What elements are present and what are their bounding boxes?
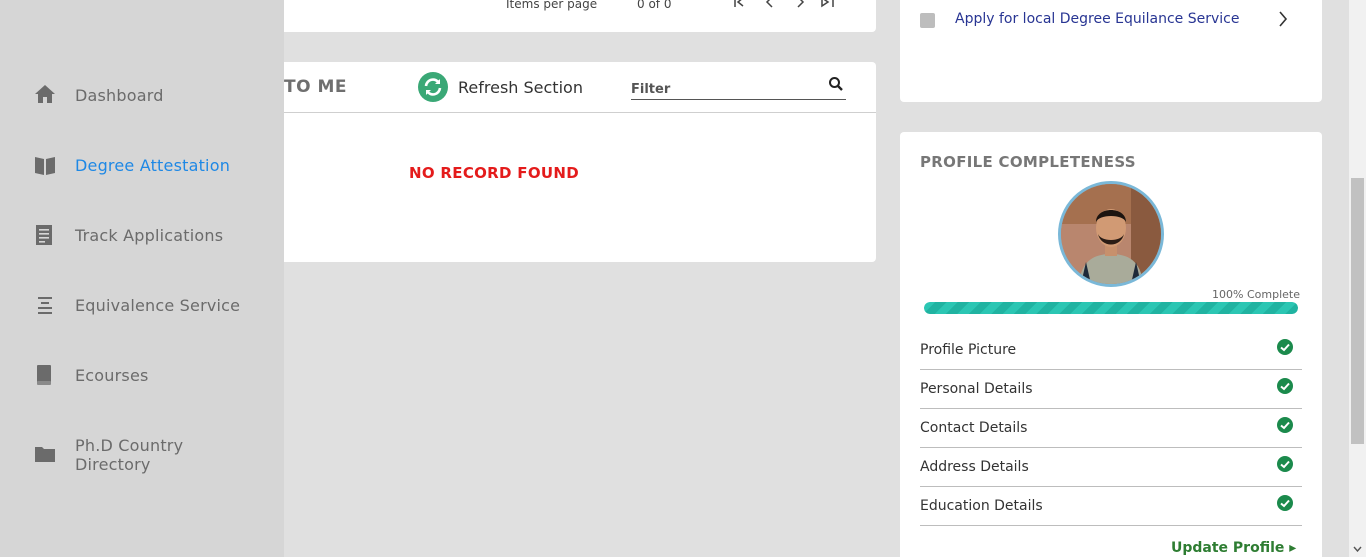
sidebar-nav: Dashboard Degree Attestation Track Appli… xyxy=(0,0,284,557)
profile-item-row: Education Details xyxy=(920,487,1302,526)
check-circle-icon xyxy=(1277,339,1293,355)
next-page-icon[interactable] xyxy=(794,0,806,12)
filter-input[interactable] xyxy=(631,80,821,98)
sidebar-item-label: Dashboard xyxy=(75,85,164,105)
sidebar-item-label: Degree Attestation xyxy=(75,155,231,175)
empty-state-message: NO RECORD FOUND xyxy=(409,164,579,182)
book-open-icon xyxy=(34,154,56,176)
profile-progress-fill xyxy=(924,302,1298,314)
list-header: TO ME Refresh Section xyxy=(284,62,876,113)
profile-item-label: Contact Details xyxy=(920,420,1028,436)
apply-card: Apply for local Degree Equilance Service xyxy=(900,0,1322,102)
sidebar-item-label: Ecourses xyxy=(75,365,149,385)
page-range-label: 0 of 0 xyxy=(637,0,672,11)
profile-item-label: Address Details xyxy=(920,459,1029,475)
home-icon xyxy=(34,84,56,106)
refresh-icon[interactable] xyxy=(418,72,448,102)
assigned-list-card: TO ME Refresh Section NO RECORD FOUND xyxy=(284,62,876,262)
avatar xyxy=(1058,181,1164,287)
book-icon xyxy=(34,364,56,386)
profile-item-row: Contact Details xyxy=(920,409,1302,448)
paginator-card: Items per page 0 of 0 xyxy=(284,0,876,32)
scrollbar-thumb[interactable] xyxy=(1351,178,1364,444)
check-circle-icon xyxy=(1277,456,1293,472)
completion-percent-label: 100% Complete xyxy=(1212,288,1300,301)
profile-item-label: Personal Details xyxy=(920,381,1033,397)
chevron-right-icon[interactable] xyxy=(1276,9,1290,29)
sidebar-item-track-applications[interactable]: Track Applications xyxy=(0,225,284,245)
apply-equivalence-link[interactable]: Apply for local Degree Equilance Service xyxy=(955,11,1240,27)
document-icon xyxy=(34,224,56,246)
sidebar-item-label: Equivalence Service xyxy=(75,295,241,315)
sidebar-item-phd-country-directory[interactable]: Ph.D Country Directory xyxy=(0,436,284,474)
refresh-section-button[interactable]: Refresh Section xyxy=(458,78,583,97)
sidebar-item-label: Track Applications xyxy=(75,225,224,245)
sidebar-item-dashboard[interactable]: Dashboard xyxy=(0,85,284,105)
check-circle-icon xyxy=(1277,417,1293,433)
section-title: TO ME xyxy=(284,77,347,97)
profile-item-row: Personal Details xyxy=(920,370,1302,409)
check-circle-icon xyxy=(1277,378,1293,394)
check-circle-icon xyxy=(1277,495,1293,511)
sidebar-item-ecourses[interactable]: Ecourses xyxy=(0,365,284,385)
page-scrollbar[interactable] xyxy=(1349,0,1366,557)
profile-completeness-card: PROFILE COMPLETENESS 100% Complete Profi… xyxy=(900,132,1322,557)
folder-icon xyxy=(34,444,56,466)
profile-item-label: Education Details xyxy=(920,498,1043,514)
profile-item-row: Profile Picture xyxy=(920,331,1302,370)
filter-field[interactable] xyxy=(631,76,846,100)
sidebar-item-label: Ph.D Country Directory xyxy=(75,436,184,474)
sidebar-item-equivalence-service[interactable]: Equivalence Service xyxy=(0,295,284,315)
profile-progress-bar xyxy=(924,302,1298,314)
update-profile-link[interactable]: Update Profile ▸ xyxy=(1171,540,1296,556)
scroll-down-icon[interactable] xyxy=(1353,545,1362,555)
profile-item-label: Profile Picture xyxy=(920,342,1017,358)
search-icon[interactable] xyxy=(828,76,844,92)
profile-item-row: Address Details xyxy=(920,448,1302,487)
apply-status-square xyxy=(920,13,935,28)
previous-page-icon[interactable] xyxy=(764,0,776,12)
items-per-page-label: Items per page xyxy=(506,0,598,11)
sidebar-item-degree-attestation[interactable]: Degree Attestation xyxy=(0,155,284,175)
first-page-icon[interactable] xyxy=(733,0,745,12)
profile-completeness-title: PROFILE COMPLETENESS xyxy=(920,153,1136,171)
align-center-icon xyxy=(34,294,56,316)
last-page-icon[interactable] xyxy=(820,0,836,12)
